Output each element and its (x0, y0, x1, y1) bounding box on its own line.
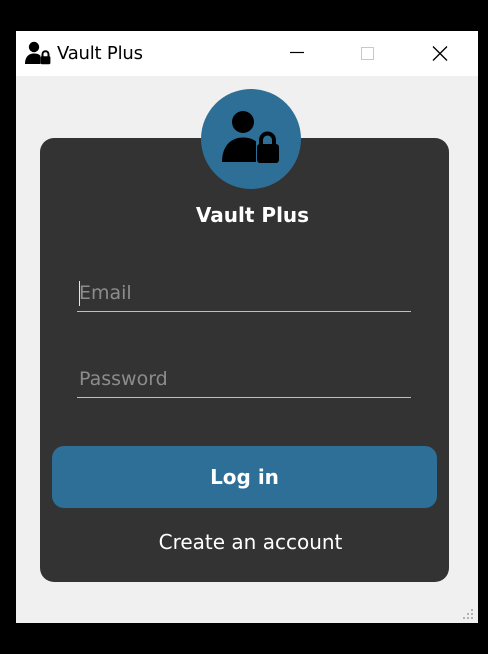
avatar (201, 89, 301, 189)
user-lock-icon (222, 111, 279, 163)
password-field[interactable] (77, 363, 411, 398)
text-cursor (79, 281, 80, 306)
password-input[interactable] (79, 365, 407, 393)
close-button[interactable] (416, 31, 462, 76)
title-bar[interactable]: Vault Plus (16, 31, 478, 76)
window-title: Vault Plus (57, 43, 143, 64)
maximize-button[interactable] (344, 31, 390, 76)
minimize-button[interactable] (272, 31, 318, 76)
user-lock-icon (25, 41, 51, 65)
app-window: Vault Plus Vault Plus Email Log in Creat… (16, 31, 478, 623)
login-button[interactable]: Log in (52, 446, 437, 508)
app-title: Vault Plus (195, 203, 310, 227)
resize-grip-icon[interactable] (462, 608, 474, 620)
minimize-icon (290, 51, 304, 54)
email-field[interactable] (77, 277, 411, 312)
close-icon (432, 46, 448, 61)
maximize-icon (361, 47, 374, 60)
create-account-link[interactable]: Create an account (16, 530, 485, 554)
email-input[interactable] (79, 279, 407, 307)
